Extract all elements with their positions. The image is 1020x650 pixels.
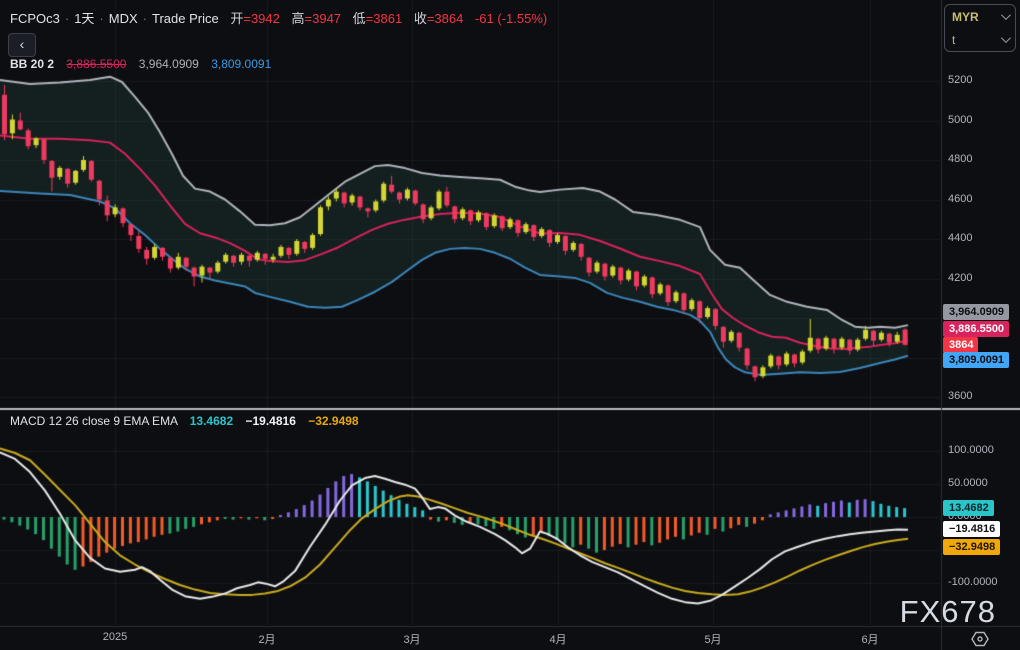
macd-tick-label: -100.0000 [948, 576, 998, 588]
chart-canvas[interactable] [0, 0, 1020, 650]
time-axis-label[interactable]: 4月 [549, 631, 566, 647]
close-value: =3864 [427, 11, 464, 26]
bollinger-legend[interactable]: BB 20 2 3,886.5500 3,964.0909 3,809.0091 [10, 57, 271, 71]
macd-tick-label: 100.0000 [948, 444, 994, 456]
price-tick-label: 4400 [948, 232, 972, 244]
low-value: =3861 [366, 11, 403, 26]
price-axis-badge: 3864 [943, 337, 978, 353]
back-button[interactable]: ‹ [8, 33, 36, 57]
price-tick-label: 3600 [948, 390, 972, 402]
macd-axis-badge: −32.9498 [943, 539, 1000, 555]
bb-lower-value: 3,809.0091 [211, 57, 271, 71]
unit-dropdown[interactable]: t [945, 28, 1015, 51]
macd-axis-badge: −19.4816 [943, 521, 1000, 537]
bb-indicator-name: BB 20 2 [10, 57, 54, 71]
separator-dot: · [65, 11, 69, 26]
time-axis-label[interactable]: 3月 [403, 631, 420, 647]
macd-hist-value: −32.9498 [308, 414, 358, 428]
chevron-down-icon [1001, 10, 1011, 20]
separator-dot: · [143, 11, 147, 26]
high-value: =3947 [305, 11, 342, 26]
time-axis-label[interactable]: 6月 [861, 631, 878, 647]
chart-settings-hexagon-icon[interactable] [970, 629, 990, 650]
macd-legend[interactable]: MACD 12 26 close 9 EMA EMA 13.4682 −19.4… [10, 414, 359, 428]
separator-dot: · [99, 11, 103, 26]
macd-axis-badge: 13.4682 [943, 500, 994, 516]
price-tick-label: 5200 [948, 74, 972, 86]
high-label: 高 [292, 11, 305, 26]
exchange-label: MDX [109, 11, 138, 26]
time-axis-label[interactable]: 2月 [258, 631, 275, 647]
close-label: 收 [414, 11, 427, 26]
price-axis-badge: 3,964.0909 [943, 304, 1009, 320]
currency-value: MYR [952, 10, 979, 24]
time-axis-label[interactable]: 2025 [103, 631, 127, 643]
macd-tick-label: 50.0000 [948, 477, 988, 489]
macd-line-value: 13.4682 [190, 414, 233, 428]
open-label: 开 [230, 11, 243, 26]
symbol-name[interactable]: FCPOc3 [10, 11, 60, 26]
price-tick-label: 5000 [948, 114, 972, 126]
unit-value: t [952, 33, 955, 47]
macd-signal-value: −19.4816 [245, 414, 295, 428]
open-value: =3942 [243, 11, 280, 26]
macd-indicator-name: MACD 12 26 close 9 EMA EMA [10, 414, 177, 428]
price-tick-label: 4800 [948, 153, 972, 165]
price-tick-label: 4200 [948, 272, 972, 284]
trading-chart-window: FCPOc3·1天·MDX·Trade Price 开=3942 高=3947 … [0, 0, 1020, 650]
bb-upper-value: 3,964.0909 [139, 57, 199, 71]
symbol-header: FCPOc3·1天·MDX·Trade Price 开=3942 高=3947 … [10, 8, 547, 27]
price-axis-badge: 3,809.0091 [943, 352, 1009, 368]
change-value: -61 (-1.55%) [475, 11, 547, 26]
price-axis-badge: 3,886.5500 [943, 321, 1009, 337]
fx678-watermark: FX678 [900, 594, 996, 630]
price-tick-label: 4600 [948, 193, 972, 205]
time-axis-label[interactable]: 5月 [704, 631, 721, 647]
low-label: 低 [353, 11, 366, 26]
bb-basis-value: 3,886.5500 [66, 57, 126, 71]
interval-label[interactable]: 1天 [74, 11, 94, 26]
series-type-label: Trade Price [152, 11, 219, 26]
chevron-down-icon [1001, 33, 1011, 43]
back-chevron-icon: ‹ [20, 36, 25, 52]
currency-dropdown[interactable]: MYR [945, 5, 1015, 28]
currency-selector-box: MYR t [944, 4, 1016, 52]
